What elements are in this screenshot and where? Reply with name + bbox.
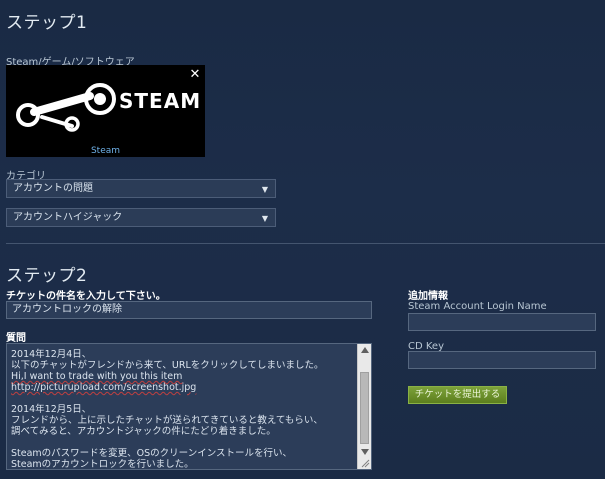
question-line: Steamのアカウントロックを行いました。 [11,459,194,470]
remove-game-close-icon[interactable]: ✕ [188,68,202,82]
subject-input-value: アカウントロックの解除 [12,304,122,315]
steam-logo-icon [16,83,116,132]
subject-label: チケットの件名を入力して下さい。 [6,291,166,302]
question-line: フレンドから、上に示したチャットが送られてきていると教えてもらい、 [11,415,323,426]
login-name-input[interactable] [408,313,596,331]
category-select-value: アカウントの問題 [13,183,93,194]
question-label: 質問 [6,333,26,344]
subject-input[interactable]: アカウントロックの解除 [6,301,372,319]
cd-key-input[interactable] [408,351,596,369]
login-name-label: Steam Account Login Name [408,301,547,312]
scroll-up-icon[interactable] [361,347,369,353]
question-line: 2014年12月4日、 [11,349,92,360]
steam-logo-text: STEAM [119,89,202,113]
question-line: 調べてみると、アカウントジャックの件にたどり着きました。 [11,426,276,437]
chevron-down-icon: ▼ [261,214,268,223]
scroll-down-icon[interactable] [361,449,369,455]
question-line: http://picturupload.com/screenshot.jpg [11,382,197,393]
subcategory-select-value: アカウントハイジャック [13,212,123,223]
question-line: Hi,I want to trade with you this item [11,371,183,382]
game-card[interactable]: STEAM ✕ Steam [6,65,205,157]
question-line: Steamのパスワードを変更、OSのクリーンインストールを行い、 [11,448,293,459]
extra-info-label: 追加情報 [408,291,448,302]
step2-title: ステップ2 [6,266,88,286]
section-divider [6,243,605,244]
submit-ticket-button[interactable]: チケットを提出する [408,386,507,404]
chevron-down-icon: ▼ [261,185,268,194]
step1-title: ステップ1 [6,13,88,33]
subcategory-select[interactable]: アカウントハイジャック ▼ [6,208,276,227]
category-select[interactable]: アカウントの問題 ▼ [6,179,276,198]
question-line: 以下のチャットがフレンドから来て、URLをクリックしてしまいました。 [11,360,324,371]
scrollbar-thumb[interactable] [360,372,369,444]
question-line: 2014年12月5日、 [11,404,92,415]
resize-grip-icon[interactable] [361,459,370,468]
textarea-scrollbar[interactable] [357,344,371,469]
question-textarea[interactable]: 2014年12月4日、 以下のチャットがフレンドから来て、URLをクリックしてし… [6,343,372,470]
game-caption: Steam [90,146,121,156]
